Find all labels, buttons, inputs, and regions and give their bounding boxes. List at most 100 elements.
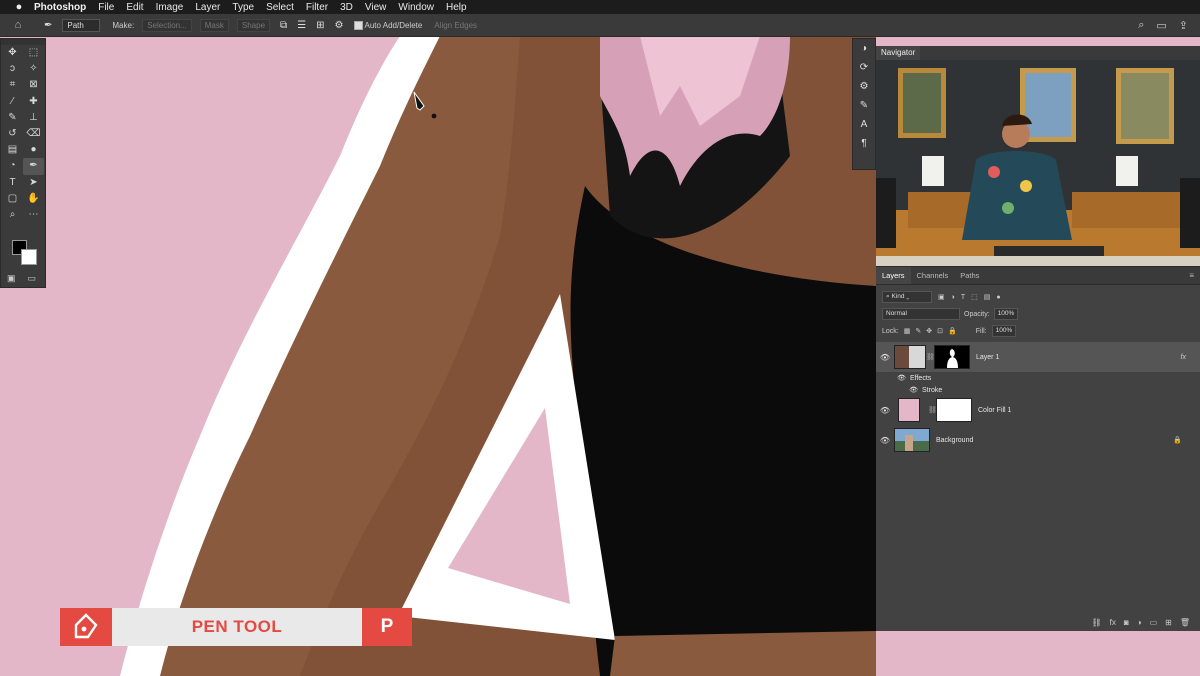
clone-stamp-tool-icon[interactable]: ⊥ bbox=[23, 110, 44, 126]
fill-input[interactable]: 100% bbox=[991, 325, 1017, 337]
new-adjustment-icon[interactable]: ◑ bbox=[1137, 618, 1142, 627]
pen-tool-icon[interactable]: ✒ bbox=[23, 158, 44, 175]
stroke-effect-row[interactable]: 👁 Stroke bbox=[876, 384, 1200, 396]
lock-pixels-icon[interactable]: ✎ bbox=[915, 327, 921, 335]
home-icon[interactable]: ⌂ bbox=[10, 19, 26, 31]
app-name-menu[interactable]: Photoshop bbox=[34, 2, 86, 13]
gear-icon[interactable]: ⚙ bbox=[335, 20, 344, 31]
menu-window[interactable]: Window bbox=[398, 2, 434, 13]
layer-name[interactable]: Color Fill 1 bbox=[978, 407, 1011, 414]
make-mask-button[interactable]: Mask bbox=[199, 18, 229, 32]
tab-paths[interactable]: Paths bbox=[954, 267, 985, 284]
tab-channels[interactable]: Channels bbox=[911, 267, 955, 284]
menu-image[interactable]: Image bbox=[156, 2, 184, 13]
more-tools-icon[interactable]: ⋯ bbox=[23, 207, 44, 223]
layer-name[interactable]: Background bbox=[936, 437, 973, 444]
add-mask-icon[interactable]: ◙ bbox=[1124, 618, 1129, 627]
brush-tool-icon[interactable]: ✎ bbox=[2, 110, 23, 126]
menu-file[interactable]: File bbox=[98, 2, 114, 13]
blend-mode-select[interactable]: Normal bbox=[882, 308, 960, 320]
hand-tool-icon[interactable]: ✋ bbox=[23, 191, 44, 207]
history-brush-tool-icon[interactable]: ↺ bbox=[2, 126, 23, 142]
path-arrangement-icon[interactable]: ⊞ bbox=[316, 20, 324, 31]
delete-layer-icon[interactable]: 🗑 bbox=[1180, 618, 1190, 627]
frame-tool-icon[interactable]: ⊠ bbox=[23, 77, 44, 93]
auto-add-delete-checkbox[interactable]: Auto Add/Delete bbox=[353, 20, 422, 30]
stroke-eye-icon[interactable]: 👁 bbox=[876, 386, 918, 394]
filter-shape-icon[interactable]: ⬚ bbox=[971, 293, 978, 301]
link-layers-icon[interactable]: ⛓ bbox=[1092, 618, 1102, 627]
fx-badge[interactable]: fx bbox=[1181, 354, 1186, 361]
lock-position-icon[interactable]: ✥ bbox=[926, 327, 932, 335]
align-edges-option[interactable]: Align Edges bbox=[430, 20, 481, 31]
filter-adjustment-icon[interactable]: ◑ bbox=[951, 294, 955, 301]
healing-brush-tool-icon[interactable]: ✚ bbox=[23, 94, 44, 110]
eyedropper-tool-icon[interactable]: ⁄ bbox=[2, 94, 23, 110]
magic-wand-tool-icon[interactable]: ✧ bbox=[23, 61, 44, 77]
marquee-tool-icon[interactable]: ⬚ bbox=[23, 45, 44, 61]
panel-menu-icon[interactable]: ≡ bbox=[1189, 271, 1194, 280]
share-icon[interactable]: ⇪ bbox=[1179, 19, 1188, 32]
opacity-input[interactable]: 100% bbox=[993, 308, 1019, 320]
navigator-tab[interactable]: Navigator bbox=[876, 46, 921, 60]
background-color-swatch[interactable] bbox=[21, 249, 37, 265]
menu-3d[interactable]: 3D bbox=[340, 2, 353, 13]
dodge-tool-icon[interactable]: ◔ bbox=[2, 158, 23, 174]
tab-layers[interactable]: Layers bbox=[876, 267, 911, 284]
filter-toggle-icon[interactable]: ● bbox=[996, 294, 1000, 301]
apple-menu-icon[interactable]: ● bbox=[12, 1, 26, 13]
layer-name[interactable]: Layer 1 bbox=[976, 354, 999, 361]
filter-kind-select[interactable]: ⌕ Kind ⌄ bbox=[882, 291, 932, 303]
mask-link-icon[interactable]: ⛓ bbox=[928, 406, 937, 414]
menu-edit[interactable]: Edit bbox=[126, 2, 143, 13]
effects-eye-icon[interactable]: 👁 bbox=[876, 374, 906, 382]
eraser-tool-icon[interactable]: ⌫ bbox=[23, 126, 44, 142]
brushes-panel-icon[interactable]: ✎ bbox=[853, 96, 875, 115]
crop-tool-icon[interactable]: ⌗ bbox=[2, 77, 23, 93]
character-panel-icon[interactable]: A bbox=[853, 115, 875, 134]
path-alignment-icon[interactable]: ☰ bbox=[297, 20, 306, 31]
screen-mode-icon[interactable]: ▭ bbox=[28, 273, 37, 284]
menu-filter[interactable]: Filter bbox=[306, 2, 328, 13]
workspace-icon[interactable]: ▭ bbox=[1156, 19, 1166, 32]
zoom-tool-icon[interactable]: ⌕ bbox=[2, 207, 23, 223]
color-fill-thumbnail[interactable] bbox=[898, 398, 920, 422]
visibility-eye-icon[interactable]: 👁 bbox=[876, 406, 894, 415]
filter-pixel-icon[interactable]: ▣ bbox=[938, 293, 945, 301]
lock-artboard-icon[interactable]: ⊡ bbox=[937, 327, 943, 335]
gradient-tool-icon[interactable]: ▤ bbox=[2, 142, 23, 158]
navigator-preview[interactable] bbox=[876, 60, 1200, 266]
pen-tool-preset-icon[interactable]: ✒ bbox=[44, 20, 52, 31]
move-tool-icon[interactable]: ✥ bbox=[2, 45, 23, 61]
layer-mask-thumbnail[interactable] bbox=[934, 345, 970, 369]
menu-select[interactable]: Select bbox=[266, 2, 294, 13]
lock-transparent-icon[interactable]: ▦ bbox=[904, 327, 911, 335]
menu-layer[interactable]: Layer bbox=[195, 2, 220, 13]
path-selection-tool-icon[interactable]: ➤ bbox=[23, 175, 44, 191]
effects-row[interactable]: 👁 Effects bbox=[876, 372, 1200, 384]
adjustments-panel-icon[interactable]: ⟳ bbox=[853, 58, 875, 77]
filter-type-icon[interactable]: T bbox=[961, 294, 965, 301]
menu-help[interactable]: Help bbox=[446, 2, 467, 13]
new-layer-icon[interactable]: ⊞ bbox=[1165, 618, 1172, 627]
make-selection-button[interactable]: Selection... bbox=[142, 18, 192, 32]
quick-mask-icon[interactable]: ▣ bbox=[7, 273, 16, 284]
layer-row-color-fill-1[interactable]: 👁 ⛓ Color Fill 1 bbox=[876, 397, 1200, 423]
add-style-icon[interactable]: fx bbox=[1110, 618, 1116, 627]
document-canvas[interactable] bbox=[0, 36, 876, 676]
properties-panel-icon[interactable]: ⚙ bbox=[853, 77, 875, 96]
menu-type[interactable]: Type bbox=[232, 2, 254, 13]
layer-row-layer-1[interactable]: 👁 ⛓ Layer 1 fx bbox=[876, 342, 1200, 372]
shape-tool-icon[interactable]: ▢ bbox=[2, 191, 23, 207]
tool-mode-select[interactable]: Path bbox=[62, 18, 101, 32]
paragraph-panel-icon[interactable]: ¶ bbox=[853, 134, 875, 153]
make-shape-button[interactable]: Shape bbox=[236, 18, 271, 32]
color-panel-icon[interactable]: ◑ bbox=[853, 39, 875, 58]
lasso-tool-icon[interactable]: ↄ bbox=[2, 61, 23, 77]
search-icon[interactable]: ⌕ bbox=[1138, 19, 1144, 32]
visibility-eye-icon[interactable]: 👁 bbox=[876, 353, 894, 362]
lock-all-icon[interactable]: 🔒 bbox=[948, 327, 957, 335]
layer-row-background[interactable]: 👁 Background 🔒 bbox=[876, 427, 1200, 453]
filter-smart-object-icon[interactable]: ▤ bbox=[984, 293, 991, 301]
blur-tool-icon[interactable]: ● bbox=[23, 142, 44, 158]
